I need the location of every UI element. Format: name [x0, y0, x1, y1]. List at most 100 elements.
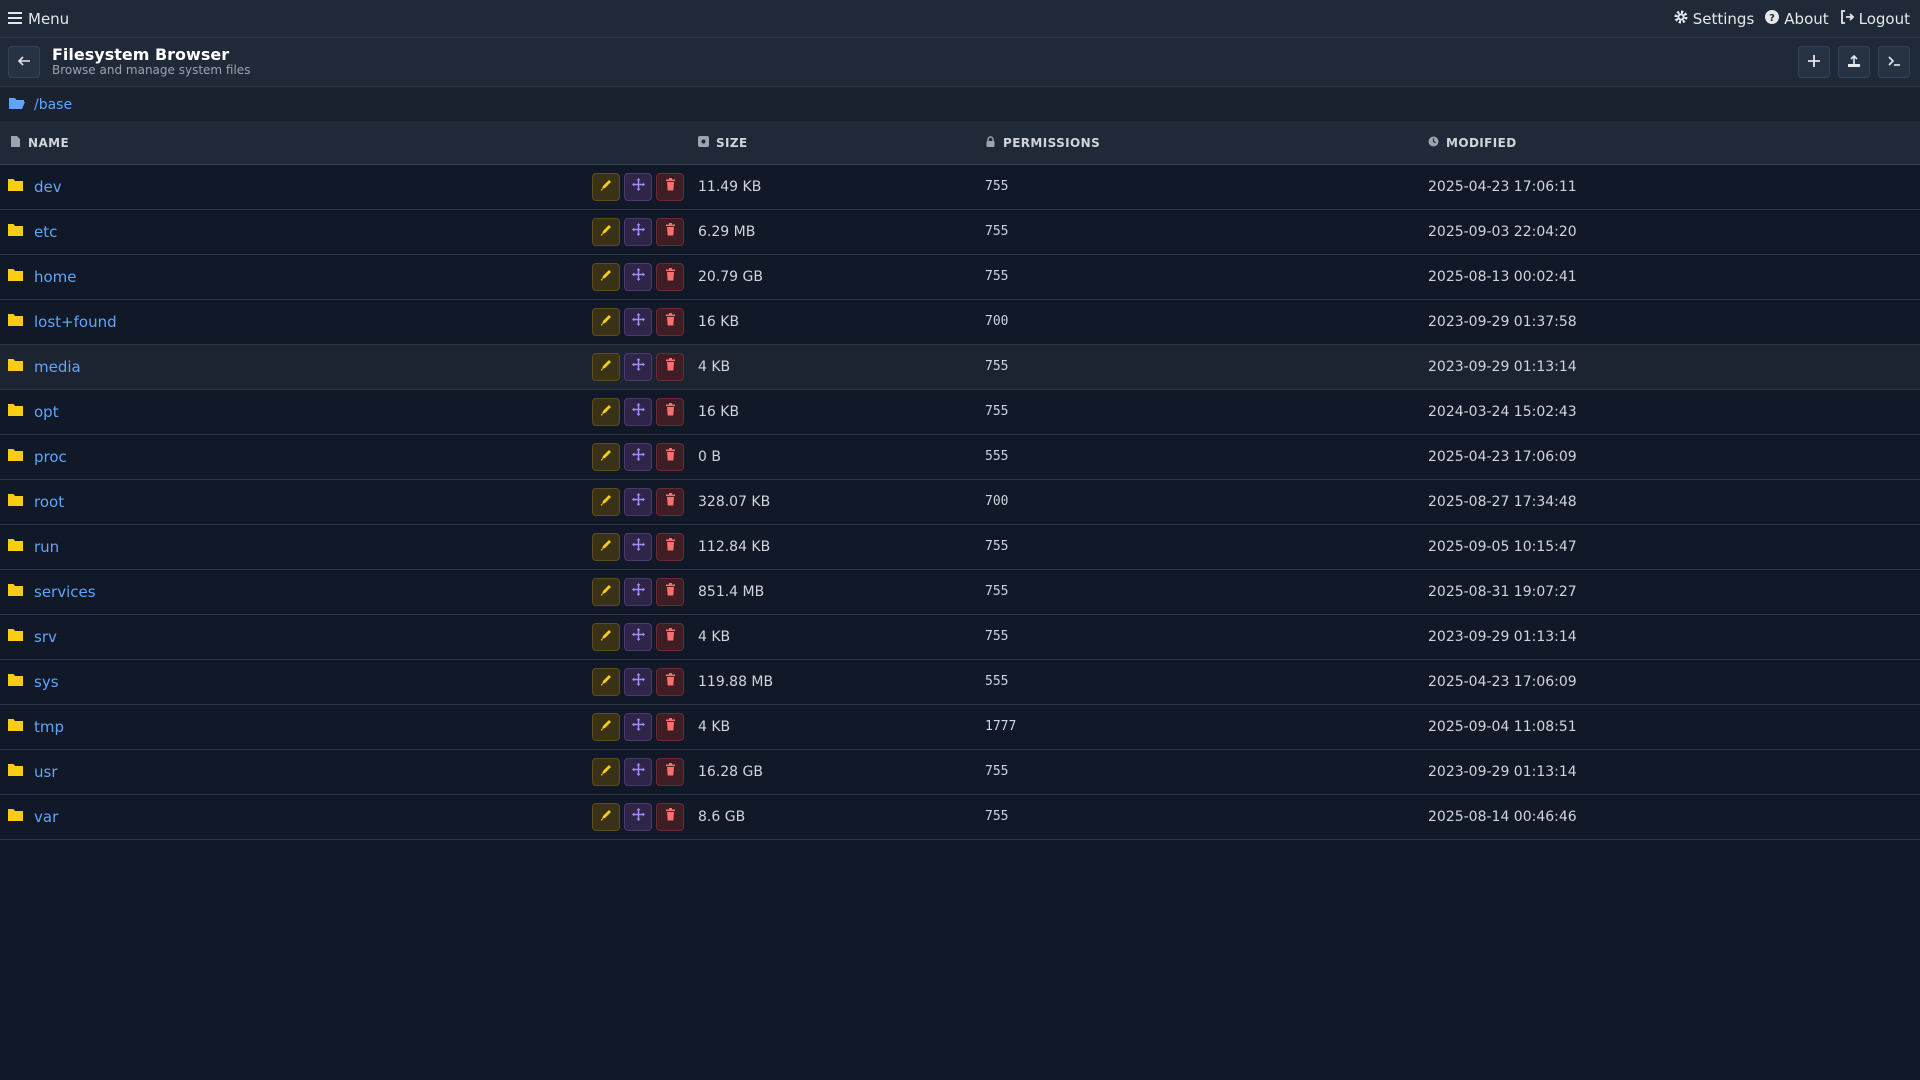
- folder-name-link[interactable]: srv: [34, 628, 57, 646]
- folder-name-link[interactable]: root: [34, 493, 64, 511]
- move-button[interactable]: [624, 352, 652, 381]
- delete-button[interactable]: [656, 307, 684, 336]
- move-button[interactable]: [624, 172, 652, 201]
- terminal-button[interactable]: [1878, 46, 1910, 78]
- edit-button[interactable]: [592, 352, 620, 381]
- folder-icon: [8, 447, 23, 466]
- edit-button[interactable]: [592, 802, 620, 831]
- arrows-move-icon: [631, 358, 645, 375]
- edit-button[interactable]: [592, 532, 620, 561]
- menu-button[interactable]: Menu: [8, 10, 69, 28]
- move-button[interactable]: [624, 712, 652, 741]
- table-row[interactable]: dev 11.49 KB 755 2025-04-23 17:06:11: [0, 164, 1920, 210]
- edit-button[interactable]: [592, 757, 620, 786]
- table-row[interactable]: root 328.07 KB 700 2025-08-27 17:34:48: [0, 479, 1920, 525]
- table-row[interactable]: usr 16.28 GB 755 2023-09-29 01:13:14: [0, 749, 1920, 795]
- table-row[interactable]: home 20.79 GB 755 2025-08-13 00:02:41: [0, 254, 1920, 300]
- move-button[interactable]: [624, 667, 652, 696]
- folder-name-link[interactable]: dev: [34, 178, 62, 196]
- folder-name-link[interactable]: run: [34, 538, 59, 556]
- move-button[interactable]: [624, 217, 652, 246]
- edit-button[interactable]: [592, 667, 620, 696]
- folder-name-link[interactable]: usr: [34, 763, 58, 781]
- table-row[interactable]: proc 0 B 555 2025-04-23 17:06:09: [0, 434, 1920, 480]
- header-permissions[interactable]: PERMISSIONS: [1003, 136, 1100, 150]
- table-row[interactable]: srv 4 KB 755 2023-09-29 01:13:14: [0, 614, 1920, 660]
- delete-button[interactable]: [656, 172, 684, 201]
- folder-name-link[interactable]: home: [34, 268, 77, 286]
- trash-icon: [664, 718, 677, 735]
- delete-button[interactable]: [656, 757, 684, 786]
- edit-button[interactable]: [592, 172, 620, 201]
- header-name[interactable]: NAME: [28, 136, 69, 150]
- delete-button[interactable]: [656, 532, 684, 561]
- table-row[interactable]: media 4 KB 755 2023-09-29 01:13:14: [0, 344, 1920, 390]
- folder-name-link[interactable]: media: [34, 358, 81, 376]
- edit-button[interactable]: [592, 397, 620, 426]
- arrows-move-icon: [631, 583, 645, 600]
- logout-link[interactable]: Logout: [1839, 9, 1910, 29]
- move-button[interactable]: [624, 397, 652, 426]
- delete-button[interactable]: [656, 802, 684, 831]
- permissions-cell: 555: [985, 659, 1428, 705]
- delete-button[interactable]: [656, 577, 684, 606]
- table-row[interactable]: lost+found 16 KB 700 2023-09-29 01:37:58: [0, 299, 1920, 345]
- upload-button[interactable]: [1838, 46, 1870, 78]
- move-button[interactable]: [624, 757, 652, 786]
- delete-button[interactable]: [656, 262, 684, 291]
- edit-button[interactable]: [592, 217, 620, 246]
- move-button[interactable]: [624, 307, 652, 336]
- pencil-icon: [600, 763, 613, 780]
- table-row[interactable]: var 8.6 GB 755 2025-08-14 00:46:46: [0, 794, 1920, 840]
- folder-name-link[interactable]: proc: [34, 448, 67, 466]
- move-button[interactable]: [624, 802, 652, 831]
- header-modified[interactable]: MODIFIED: [1446, 136, 1517, 150]
- move-button[interactable]: [624, 442, 652, 471]
- edit-button[interactable]: [592, 712, 620, 741]
- breadcrumb-path[interactable]: /base: [34, 97, 72, 113]
- header-size[interactable]: SIZE: [716, 136, 748, 150]
- folder-name-link[interactable]: var: [34, 808, 58, 826]
- folder-name-link[interactable]: tmp: [34, 718, 64, 736]
- move-button[interactable]: [624, 487, 652, 516]
- move-button[interactable]: [624, 532, 652, 561]
- delete-button[interactable]: [656, 442, 684, 471]
- edit-button[interactable]: [592, 487, 620, 516]
- delete-button[interactable]: [656, 667, 684, 696]
- folder-name-link[interactable]: opt: [34, 403, 59, 421]
- delete-button[interactable]: [656, 352, 684, 381]
- new-item-button[interactable]: [1798, 46, 1830, 78]
- folder-name-link[interactable]: sys: [34, 673, 59, 691]
- move-button[interactable]: [624, 577, 652, 606]
- table-row[interactable]: etc 6.29 MB 755 2025-09-03 22:04:20: [0, 209, 1920, 255]
- table-row[interactable]: run 112.84 KB 755 2025-09-05 10:15:47: [0, 524, 1920, 570]
- folder-name-link[interactable]: lost+found: [34, 313, 117, 331]
- arrows-move-icon: [631, 673, 645, 690]
- delete-button[interactable]: [656, 622, 684, 651]
- about-link[interactable]: ? About: [1764, 9, 1829, 29]
- delete-button[interactable]: [656, 217, 684, 246]
- folder-name-link[interactable]: services: [34, 583, 96, 601]
- terminal-icon: [1887, 53, 1901, 72]
- edit-button[interactable]: [592, 442, 620, 471]
- table-row[interactable]: sys 119.88 MB 555 2025-04-23 17:06:09: [0, 659, 1920, 705]
- move-button[interactable]: [624, 622, 652, 651]
- trash-icon: [664, 223, 677, 240]
- table-row[interactable]: services 851.4 MB 755 2025-08-31 19:07:2…: [0, 569, 1920, 615]
- delete-button[interactable]: [656, 487, 684, 516]
- edit-button[interactable]: [592, 577, 620, 606]
- folder-icon: [8, 537, 23, 556]
- edit-button[interactable]: [592, 262, 620, 291]
- table-row[interactable]: opt 16 KB 755 2024-03-24 15:02:43: [0, 389, 1920, 435]
- back-button[interactable]: [8, 46, 40, 78]
- table-row[interactable]: tmp 4 KB 1777 2025-09-04 11:08:51: [0, 704, 1920, 750]
- delete-button[interactable]: [656, 397, 684, 426]
- delete-button[interactable]: [656, 712, 684, 741]
- folder-name-link[interactable]: etc: [34, 223, 57, 241]
- move-button[interactable]: [624, 262, 652, 291]
- settings-link[interactable]: Settings: [1673, 9, 1754, 29]
- arrows-move-icon: [631, 628, 645, 645]
- breadcrumb: /base: [0, 87, 1920, 123]
- edit-button[interactable]: [592, 307, 620, 336]
- edit-button[interactable]: [592, 622, 620, 651]
